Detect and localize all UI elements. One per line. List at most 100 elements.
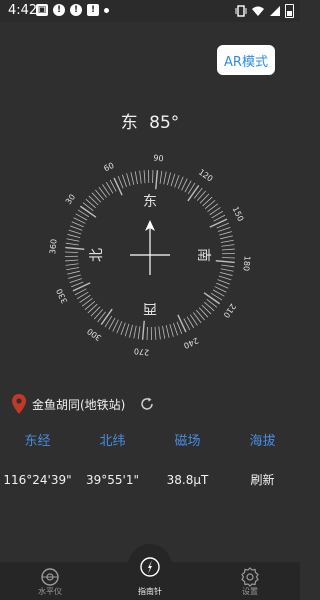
compass-tick [90,306,101,317]
wifi-icon [252,6,264,16]
alert-icon: ! [53,4,65,16]
status-notification-icons: ▣ ! ! ! [36,4,109,16]
nav-item-settings[interactable]: 设置 [200,562,300,600]
compass-tick [202,196,213,207]
nav-label-compass: 指南针 [138,587,162,596]
location-row: 金鱼胡同(地铁站) [12,392,155,416]
compass-degree-label: 60 [102,161,115,173]
compass-tick [221,248,235,251]
compass-tick [137,326,141,340]
compass-degree-label: 360 [48,239,58,255]
compass-icon [140,557,160,577]
compass-tick [216,282,229,289]
compass-tick [69,278,83,284]
compass-tick [169,324,174,337]
compass-tick [221,244,235,247]
compass-tick [154,326,157,340]
compass-tick [199,193,210,204]
compass-tick [177,314,187,333]
compass-tick [173,322,179,336]
vibrate-icon [235,5,247,17]
compass-tick [113,177,123,196]
compass-tick [68,229,82,235]
level-icon [41,568,59,586]
compass-tick [71,221,84,228]
battery-icon [285,4,294,18]
nav-item-compass[interactable]: 指南针 [100,557,200,600]
compass-tick [165,325,170,338]
bottom-navigation: 水平仪 指南针 设置 [0,557,300,600]
compass-tick [65,246,85,250]
compass-tick [68,274,81,279]
compass-tick [141,320,145,340]
compass-tick [177,176,184,189]
compass-tick [65,259,79,262]
compass-tick [219,272,233,276]
compass-tick [91,192,102,203]
magnetic-field-label: 磁场 [174,434,201,449]
compass-tick [100,308,113,326]
compass-cardinal-bottom: 西 [143,300,157,316]
compass-degree-label: 330 [55,287,70,305]
compass-tick [201,304,212,315]
nav-label-settings: 设置 [242,587,258,596]
compass-tick [124,323,130,337]
compass-tick [126,173,131,186]
compass-tick [139,170,142,184]
compass-degree-label: 30 [64,193,77,207]
compass-tick [133,325,137,339]
compass-tick [217,279,231,285]
altitude-refresh-button[interactable]: 刷新 [225,468,300,492]
dot-icon [104,8,109,13]
refresh-location-icon[interactable] [139,396,155,412]
notification-icon: ! [87,4,99,16]
alert-icon: ! [70,4,82,16]
compass-degree-label: 240 [182,336,200,351]
latitude-value: 39°55'1" [86,473,139,487]
compass-tick [218,275,232,281]
compass-tick [220,239,234,243]
compass-tick [220,235,233,240]
compass-tick [116,321,123,334]
compass-tick [134,171,138,185]
compass-cardinal-right: 南 [195,248,211,262]
compass-degree-label: 210 [221,302,237,320]
compass-tick [130,172,135,185]
coordinates-panel: 东经 北纬 磁场 海拔 116°24'39" 39°55'1" 38.8μT 刷… [0,430,300,492]
compass-tick [67,270,80,275]
compass-tick [117,176,124,189]
nav-label-level: 水平仪 [38,587,62,596]
compass-tick [67,234,81,238]
compass-tick [203,292,221,305]
compass-crosshair [130,220,170,275]
compass-degree-label: 300 [86,326,104,342]
compass-tick [170,173,176,187]
info-values-row: 116°24'39" 39°55'1" 38.8μT 刷新 [0,454,300,492]
status-system-icons [235,4,294,18]
image-icon: ▣ [36,4,48,16]
compass-tick [87,303,98,314]
compass-tick [162,325,166,339]
compass-dial: 90 120 150 180 210 240 270 300 330 360 30 60 东南西 北 [48,153,252,356]
compass-tick [221,264,235,268]
compass-cardinal-left: 北 [89,248,105,262]
compass-tick [65,242,79,246]
compass-tick [65,263,79,266]
location-name: 金鱼胡同(地铁站) [32,397,126,412]
compass-tick [121,174,127,188]
compass-tick [129,324,133,338]
nav-item-level[interactable]: 水平仪 [0,562,100,600]
location-pin-icon [12,394,26,414]
compass-tick [174,174,180,188]
magnetic-field-value: 38.8μT [166,473,209,487]
info-labels-row: 东经 北纬 磁场 海拔 [0,430,300,454]
ar-mode-button[interactable]: AR模式 [217,45,275,75]
compass-tick [88,195,99,206]
longitude-value: 116°24'39" [3,473,72,487]
compass-tick [120,322,126,336]
compass-tick [155,170,159,190]
compass-tick [72,282,91,292]
compass-tick [66,238,80,242]
latitude-label: 北纬 [99,434,126,449]
compass-tick [216,222,229,229]
